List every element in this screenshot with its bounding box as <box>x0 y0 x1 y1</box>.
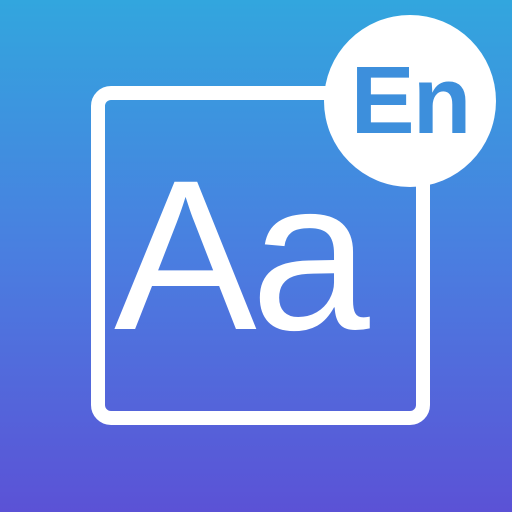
app-icon: Aa En <box>0 0 512 512</box>
glyph-text: Aa <box>114 136 370 375</box>
badge-text: En <box>350 47 472 154</box>
language-badge: En <box>324 15 496 187</box>
